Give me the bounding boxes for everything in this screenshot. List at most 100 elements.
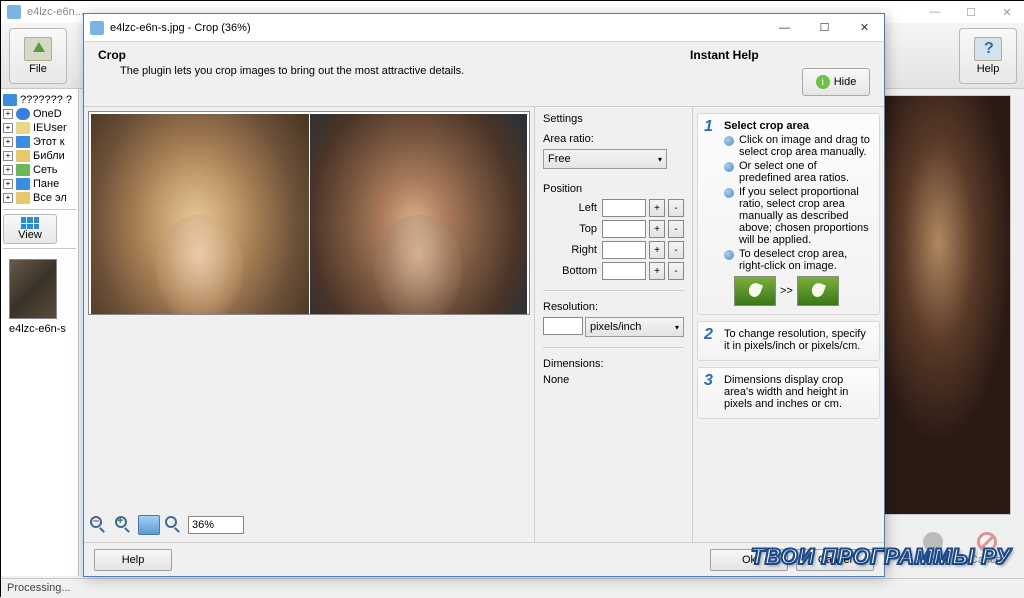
folder-up-icon — [24, 37, 52, 61]
cancel-button[interactable]: Cancel — [796, 549, 874, 571]
left-label: Left — [557, 202, 597, 214]
user-icon — [16, 122, 30, 134]
bullet-icon — [724, 162, 734, 172]
help-thumb-after — [797, 276, 839, 306]
top-dec-button[interactable]: - — [668, 220, 684, 238]
step-number: 3 — [704, 372, 713, 390]
right-input[interactable] — [602, 241, 646, 259]
divider — [3, 209, 76, 210]
pc-icon — [16, 136, 30, 148]
zoom-in-button[interactable] — [113, 515, 135, 535]
crop-dialog: e4lzc-e6n-s.jpg - Crop (36%) — ☐ ✕ Crop … — [83, 13, 885, 577]
dialog-close-button[interactable]: ✕ — [844, 15, 884, 41]
step1-title: Select crop area — [724, 120, 809, 132]
zoom-fit-button[interactable] — [138, 515, 160, 535]
divider — [543, 290, 684, 291]
tree-item[interactable]: +IEUser — [3, 121, 76, 135]
tree-item[interactable]: +Библи — [3, 149, 76, 163]
bottom-label: Bottom — [557, 265, 597, 277]
resolution-input[interactable] — [543, 317, 583, 335]
expand-icon[interactable]: + — [3, 109, 13, 119]
ok-button[interactable]: Ok — [710, 549, 788, 571]
dialog-minimize-button[interactable]: — — [764, 15, 804, 41]
bullet-icon — [724, 136, 734, 146]
right-inc-button[interactable]: + — [649, 241, 665, 259]
tree-item[interactable]: ??????? ? — [3, 93, 76, 107]
library-icon — [16, 150, 30, 162]
status-bar: Processing... — [1, 578, 1024, 598]
help-button[interactable]: Help — [959, 28, 1017, 84]
bullet-icon — [724, 250, 734, 260]
tree-item[interactable]: +OneD — [3, 107, 76, 121]
dialog-app-icon — [90, 21, 104, 35]
instant-help-title: Instant Help — [690, 48, 870, 62]
tree-item[interactable]: +Сеть — [3, 163, 76, 177]
thumbnail[interactable] — [9, 259, 57, 319]
main-close-button[interactable]: ✕ — [989, 2, 1024, 22]
bottom-dec-button[interactable]: - — [668, 262, 684, 280]
zoom-actual-button[interactable] — [163, 515, 185, 535]
top-input[interactable] — [602, 220, 646, 238]
preview-panel — [84, 107, 534, 542]
file-button[interactable]: File — [9, 28, 67, 84]
zoom-input[interactable] — [188, 516, 244, 534]
dimensions-value: None — [543, 374, 684, 386]
settings-title: Settings — [543, 113, 684, 125]
divider — [3, 248, 76, 249]
thumbnail-label: e4lzc-e6n-s — [9, 323, 70, 335]
position-label: Position — [543, 183, 684, 195]
step-number: 2 — [704, 326, 713, 344]
view-mode-button[interactable]: View — [3, 214, 57, 244]
bottom-inc-button[interactable]: + — [649, 262, 665, 280]
instant-help-panel: 1 Select crop area Click on image and dr… — [692, 107, 884, 542]
tree-item[interactable]: +Пане — [3, 177, 76, 191]
bullet-icon — [724, 188, 734, 198]
cloud-icon — [16, 108, 30, 120]
dialog-help-button[interactable]: Help — [94, 549, 172, 571]
main-maximize-button[interactable]: ☐ — [953, 2, 989, 22]
position-left-row: Left + - — [543, 199, 684, 217]
hide-help-button[interactable]: i Hide — [802, 68, 870, 96]
expand-icon[interactable]: + — [3, 151, 13, 161]
right-label: Right — [557, 244, 597, 256]
settings-panel: Settings Area ratio: Free ▾ Position Lef… — [534, 107, 692, 542]
main-title: e4lzc-e6n... — [27, 6, 84, 18]
left-dec-button[interactable]: - — [668, 199, 684, 217]
dialog-button-bar: Help Ok Cancel — [84, 542, 884, 576]
bottom-input[interactable] — [602, 262, 646, 280]
panel-icon — [16, 178, 30, 190]
left-inc-button[interactable]: + — [649, 199, 665, 217]
magnifier-minus-icon — [90, 516, 102, 528]
expand-icon[interactable]: + — [3, 179, 13, 189]
resolution-unit-select[interactable]: pixels/inch ▾ — [585, 317, 684, 337]
dialog-title: e4lzc-e6n-s.jpg - Crop (36%) — [110, 22, 251, 34]
area-ratio-select[interactable]: Free ▾ — [543, 149, 667, 169]
cancel-button[interactable]: Cancel — [963, 532, 1011, 572]
expand-icon[interactable]: + — [3, 123, 13, 133]
thumbnail-area: e4lzc-e6n-s — [3, 253, 76, 341]
zoom-out-button[interactable] — [88, 515, 110, 535]
folder-tree: ??????? ? +OneD +IEUser +Этот к +Библи +… — [1, 89, 79, 576]
tree-item[interactable]: +Этот к — [3, 135, 76, 149]
position-right-row: Right + - — [543, 241, 684, 259]
file-button-label: File — [29, 63, 47, 75]
grid-icon — [21, 217, 39, 229]
dialog-maximize-button[interactable]: ☐ — [804, 15, 844, 41]
original-image[interactable] — [91, 114, 309, 315]
expand-icon[interactable]: + — [3, 165, 13, 175]
redo-button[interactable]: Redo — [909, 532, 957, 572]
left-input[interactable] — [602, 199, 646, 217]
dimensions-label: Dimensions: — [543, 358, 684, 370]
expand-icon[interactable]: + — [3, 193, 13, 203]
expand-icon[interactable]: + — [3, 137, 13, 147]
tree-item[interactable]: +Все эл — [3, 191, 76, 205]
dialog-titlebar[interactable]: e4lzc-e6n-s.jpg - Crop (36%) — ☐ ✕ — [84, 14, 884, 42]
help-step-1: 1 Select crop area Click on image and dr… — [697, 113, 880, 315]
result-image[interactable] — [310, 114, 528, 315]
right-dec-button[interactable]: - — [668, 241, 684, 259]
arrow-right-icon: >> — [780, 285, 793, 297]
chevron-down-icon: ▾ — [658, 155, 662, 164]
top-inc-button[interactable]: + — [649, 220, 665, 238]
main-minimize-button[interactable]: — — [917, 2, 953, 22]
main-preview-pane — [879, 95, 1011, 515]
